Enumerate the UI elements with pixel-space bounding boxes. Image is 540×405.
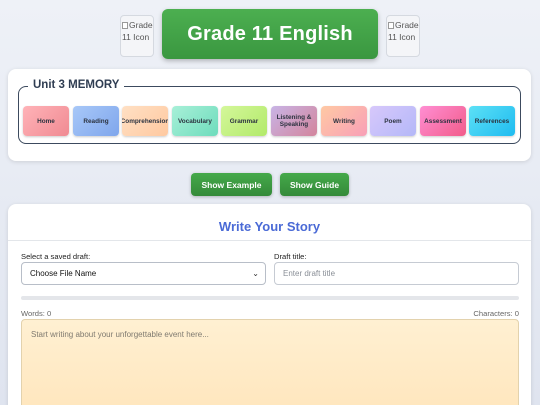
- broken-image-icon: [388, 22, 394, 29]
- nav-button-comprehension[interactable]: Comprehension: [122, 106, 168, 136]
- nav-button-references[interactable]: References: [469, 106, 515, 136]
- word-count: Words: 0: [21, 309, 52, 318]
- page-title: Grade 11 English: [162, 9, 378, 59]
- story-textarea[interactable]: Start writing about your unforgettable e…: [21, 319, 519, 405]
- broken-image-icon: [122, 22, 128, 29]
- nav-button-assessment[interactable]: Assessment: [420, 106, 466, 136]
- show-example-button[interactable]: Show Example: [191, 173, 272, 196]
- nav-button-vocabulary[interactable]: Vocabulary: [172, 106, 218, 136]
- draft-select[interactable]: Choose File Name ⌄: [21, 262, 266, 285]
- character-count: Characters: 0: [473, 309, 519, 318]
- chevron-down-icon: ⌄: [252, 269, 259, 278]
- unit-legend: Unit 3 MEMORY: [28, 79, 125, 91]
- nav-button-reading[interactable]: Reading: [73, 106, 119, 136]
- draft-select-value: Choose File Name: [30, 269, 97, 278]
- nav-button-poem[interactable]: Poem: [370, 106, 416, 136]
- divider: [8, 240, 531, 241]
- story-editor-card: Write Your Story Select a saved draft: C…: [8, 204, 531, 405]
- nav-button-listening-speaking[interactable]: Listening & Speaking: [271, 106, 317, 136]
- nav-button-grammar[interactable]: Grammar: [221, 106, 267, 136]
- show-guide-button[interactable]: Show Guide: [280, 173, 349, 196]
- grade-icon-left: Grade 11 Icon: [120, 15, 154, 57]
- grade-icon-right: Grade 11 Icon: [386, 15, 420, 57]
- draft-title-input[interactable]: Enter draft title: [274, 262, 519, 285]
- unit-nav-card: Unit 3 MEMORY Home Reading Comprehension Vo…: [8, 69, 531, 161]
- nav-button-home[interactable]: Home: [23, 106, 69, 136]
- word-progress-bar: [21, 296, 519, 300]
- nav-button-writing[interactable]: Writing: [321, 106, 367, 136]
- story-title: Write Your Story: [218, 219, 321, 234]
- page-header: Grade 11 Icon Grade 11 English Grade 11 …: [0, 9, 540, 59]
- draft-select-label: Select a saved draft:: [21, 252, 91, 261]
- draft-title-label: Draft title:: [274, 252, 307, 261]
